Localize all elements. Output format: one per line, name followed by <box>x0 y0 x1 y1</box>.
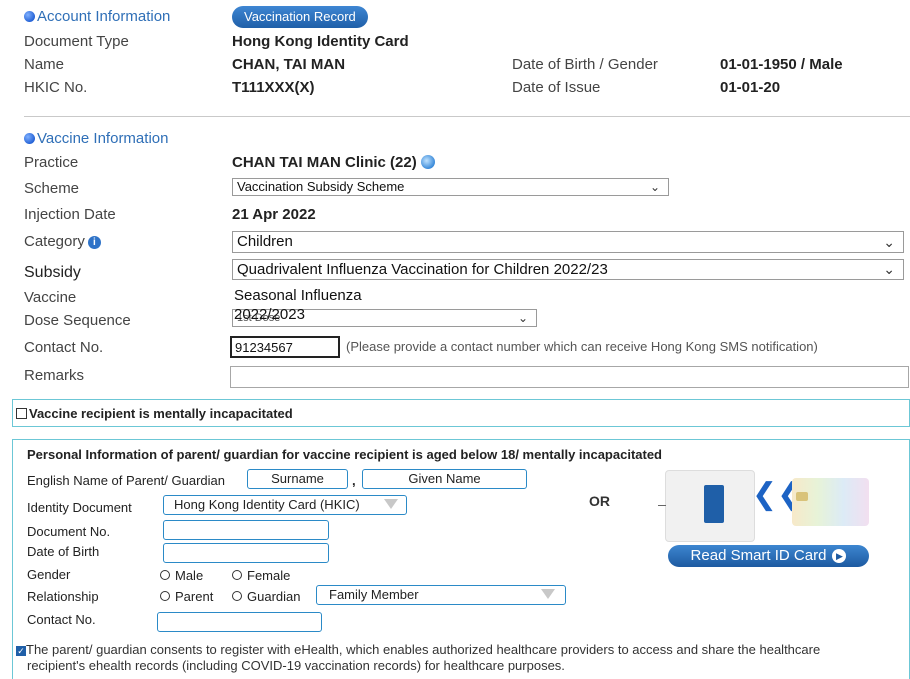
guardian-contact-input[interactable] <box>157 612 322 632</box>
practice-value: CHAN TAI MAN Clinic (22) <box>232 154 435 171</box>
read-smart-id-card-label: Read Smart ID Card <box>690 547 827 564</box>
dose-sequence-label: Dose Sequence <box>24 312 131 329</box>
consent-row[interactable]: ✓The parent/ guardian consents to regist… <box>16 642 820 674</box>
checkbox-icon[interactable] <box>16 408 27 419</box>
contact-number-input[interactable]: 91234567 <box>230 336 340 358</box>
relationship-select-value: Family Member <box>329 587 419 602</box>
date-of-issue-label: Date of Issue <box>512 79 601 96</box>
radio-icon[interactable] <box>232 570 242 580</box>
relationship-guardian-radio[interactable]: Guardian <box>232 589 300 604</box>
scheme-select-value: Vaccination Subsidy Scheme <box>237 179 405 194</box>
or-text: OR <box>589 493 610 509</box>
contact-label: Contact No. <box>24 339 104 356</box>
dropdown-triangle-icon <box>384 499 398 509</box>
practice-name: CHAN TAI MAN Clinic (22) <box>232 154 417 171</box>
vaccination-record-tab[interactable]: Vaccination Record <box>232 6 368 28</box>
consent-text-line1: The parent/ guardian consents to registe… <box>26 642 821 657</box>
card-reader-slot <box>704 485 724 523</box>
arrow-right-icon: ▶ <box>832 549 847 563</box>
subsidy-select[interactable]: Quadrivalent Influenza Vaccination for C… <box>232 259 904 280</box>
relationship-guardian-label: Guardian <box>247 589 301 604</box>
guardian-dob-input[interactable] <box>163 543 329 563</box>
guardian-dob-label: Date of Birth <box>27 544 100 559</box>
subsidy-label: Subsidy <box>24 264 81 281</box>
chevron-down-icon: ⌄ <box>649 180 660 194</box>
category-select-value: Children <box>237 233 293 250</box>
document-no-input[interactable] <box>163 520 329 540</box>
chevron-down-icon: ⌄ <box>517 311 528 325</box>
remarks-input[interactable] <box>230 366 909 388</box>
name-comma: , <box>352 473 356 488</box>
identity-document-select[interactable]: Hong Kong Identity Card (HKIC) <box>163 495 407 515</box>
category-label: Category i <box>24 233 101 250</box>
remarks-label: Remarks <box>24 367 85 384</box>
category-select[interactable]: Children ⌄ <box>232 231 904 253</box>
vaccine-value: Seasonal Influenza <box>234 287 362 304</box>
dob-gender-label: Date of Birth / Gender <box>512 56 658 73</box>
account-header-text: Account Information <box>37 8 171 25</box>
gender-label: Gender <box>27 567 71 582</box>
account-section-header: Account Information <box>24 8 170 25</box>
identity-document-label: Identity Document <box>27 500 132 515</box>
chevron-down-icon: ⌄ <box>883 261 895 277</box>
injection-date-value: 21 Apr 2022 <box>232 206 316 223</box>
dob-gender-value: 01-01-1950 / Male <box>720 56 843 73</box>
scheme-select[interactable]: Vaccination Subsidy Scheme ⌄ <box>232 178 669 196</box>
divider <box>24 116 910 117</box>
gender-female-label: Female <box>247 568 291 583</box>
radio-icon[interactable] <box>232 591 242 601</box>
info-icon[interactable]: i <box>87 236 101 249</box>
radio-icon[interactable] <box>160 570 170 580</box>
given-name-input[interactable]: Given Name <box>362 469 527 489</box>
injection-date-label: Injection Date <box>24 206 116 223</box>
doc-type-value: Hong Kong Identity Card <box>232 33 409 50</box>
gender-male-radio[interactable]: Male <box>160 568 203 583</box>
contact-hint: (Please provide a contact number which c… <box>346 339 818 354</box>
bullet-icon <box>24 133 35 144</box>
season-overlay-text: 2022/2023 <box>234 306 305 323</box>
card-reader-icon <box>658 470 755 542</box>
globe-icon[interactable] <box>420 155 435 169</box>
read-smart-id-card-button[interactable]: Read Smart ID Card ▶ <box>668 545 869 567</box>
hkic-label: HKIC No. <box>24 79 88 96</box>
surname-input[interactable]: Surname <box>247 469 348 489</box>
gender-male-label: Male <box>175 568 204 583</box>
practice-label: Practice <box>24 154 79 171</box>
card-chip-icon <box>796 492 808 501</box>
relationship-select[interactable]: Family Member <box>316 585 566 605</box>
doc-type-label: Document Type <box>24 33 129 50</box>
scheme-label: Scheme <box>24 180 80 197</box>
mental-incapacity-label: Vaccine recipient is mentally incapacita… <box>29 406 293 421</box>
relationship-parent-radio[interactable]: Parent <box>160 589 213 604</box>
relationship-parent-label: Parent <box>175 589 214 604</box>
hkic-value: T111XXX(X) <box>232 79 315 96</box>
name-label: Name <box>24 56 65 73</box>
bullet-icon <box>24 11 35 22</box>
guardian-contact-label: Contact No. <box>27 612 96 627</box>
vaccine-header-text: Vaccine Information <box>37 130 169 147</box>
dropdown-triangle-icon <box>541 589 555 599</box>
identity-document-value: Hong Kong Identity Card (HKIC) <box>174 497 360 512</box>
gender-female-radio[interactable]: Female <box>232 568 290 583</box>
date-of-issue-value: 01-01-20 <box>720 79 781 96</box>
mental-incapacity-row[interactable]: Vaccine recipient is mentally incapacita… <box>16 406 293 421</box>
vaccine-label: Vaccine <box>24 289 77 306</box>
guardian-section-title: Personal Information of parent/ guardian… <box>27 447 663 462</box>
card-reader-cable <box>658 505 666 506</box>
subsidy-select-value: Quadrivalent Influenza Vaccination for C… <box>237 261 608 278</box>
english-name-label: English Name of Parent/ Guardian <box>27 473 225 488</box>
document-no-label: Document No. <box>27 524 111 539</box>
vaccine-section-header: Vaccine Information <box>24 130 168 147</box>
chevron-down-icon: ⌄ <box>883 234 895 250</box>
relationship-label: Relationship <box>27 589 99 604</box>
category-label-text: Category <box>24 233 85 250</box>
consent-text-line2: recipient's ehealth records (including C… <box>27 658 565 673</box>
smart-id-card-icon <box>792 478 869 526</box>
name-value: CHAN, TAI MAN <box>232 56 346 73</box>
radio-icon[interactable] <box>160 591 170 601</box>
checkbox-checked-icon[interactable]: ✓ <box>16 646 26 656</box>
